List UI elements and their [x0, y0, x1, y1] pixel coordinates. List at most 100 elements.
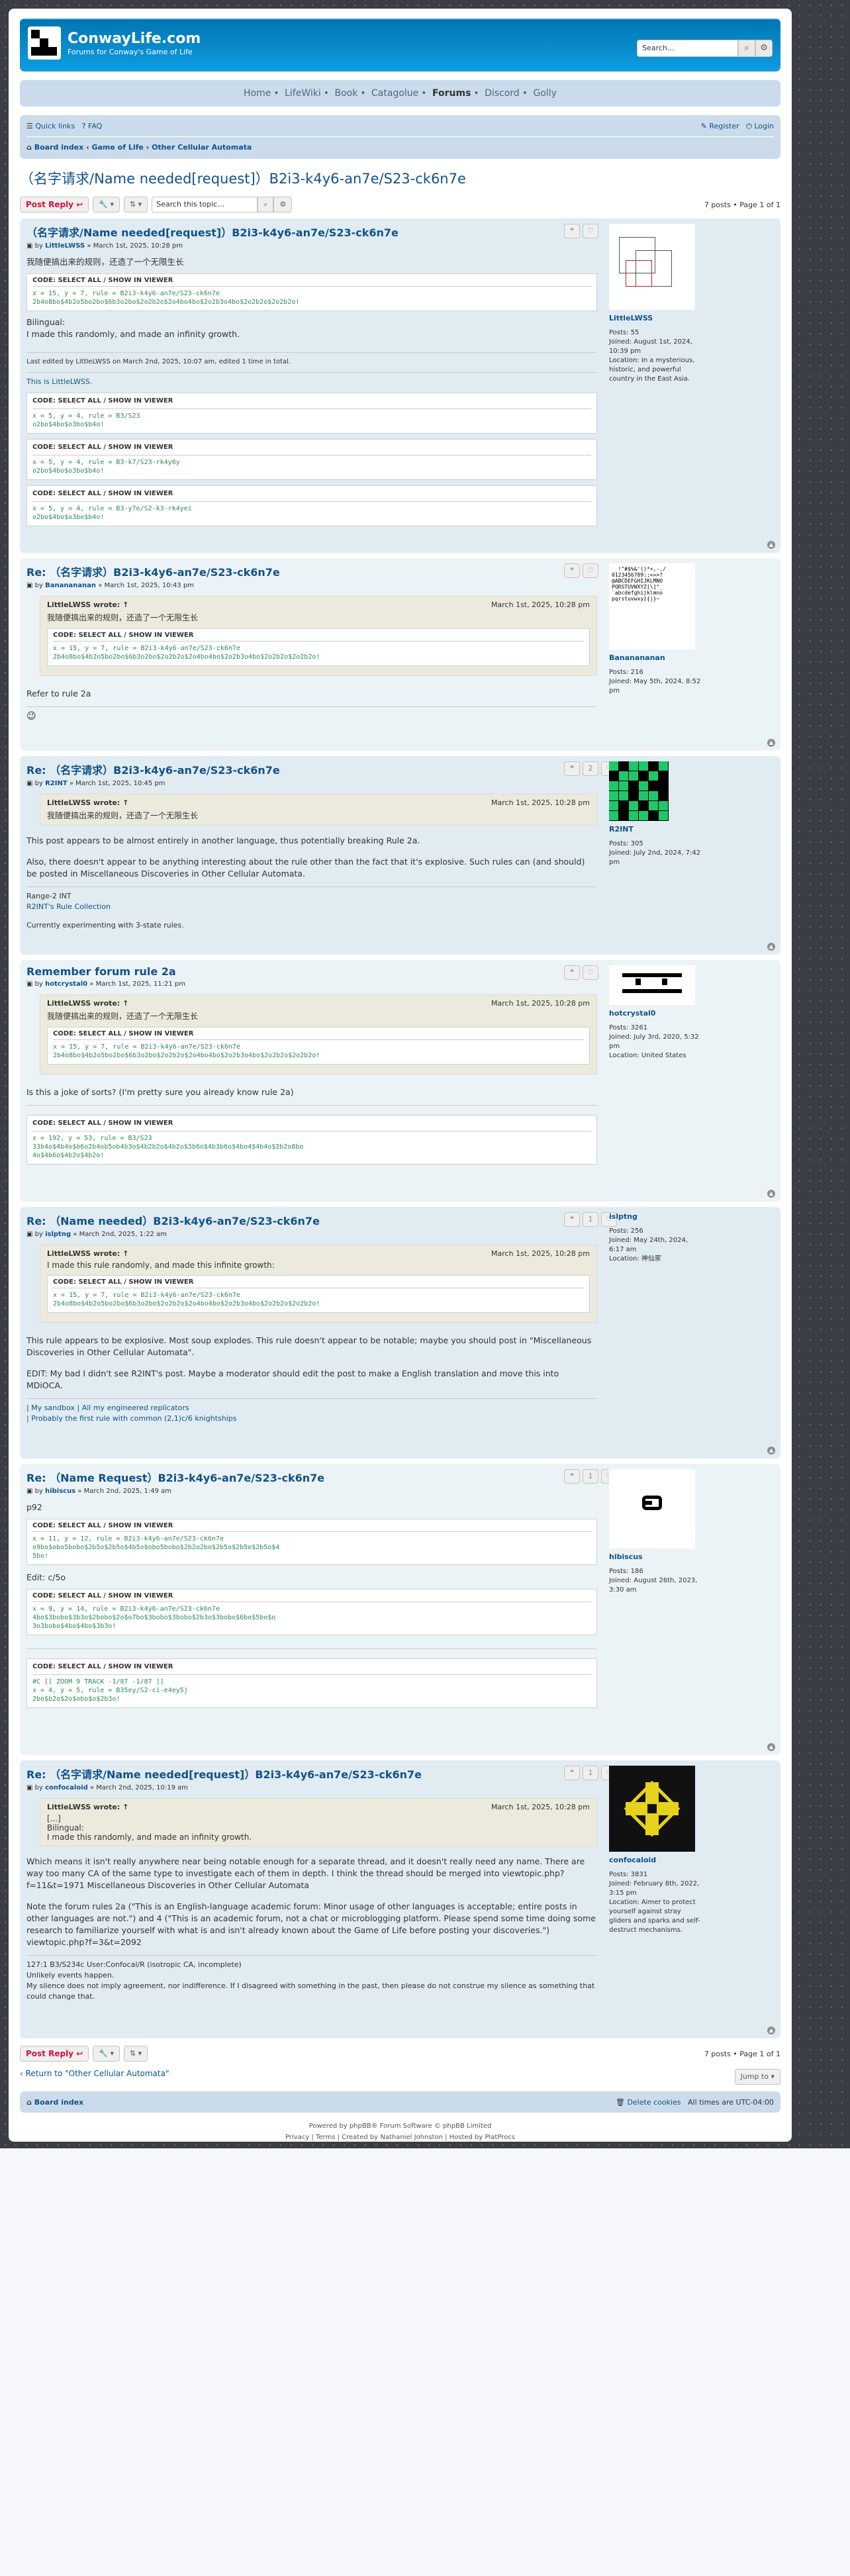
post-author[interactable]: LittleLWSS: [45, 242, 85, 250]
code-header[interactable]: CODE: SELECT ALL / SHOW IN VIEWER: [53, 1030, 584, 1040]
code-header[interactable]: CODE: SELECT ALL / SHOW IN VIEWER: [32, 1118, 591, 1131]
jump-to-button[interactable]: Jump to ▾: [734, 2069, 780, 2085]
back-to-top-icon[interactable]: ▲: [767, 2027, 775, 2034]
signature-link[interactable]: This is LittleLWSS.: [26, 377, 597, 387]
footer-links[interactable]: Privacy | Terms | Created by Nathaniel J…: [20, 2132, 780, 2143]
like-count[interactable]: 2: [583, 761, 598, 776]
delete-cookies-link[interactable]: Delete cookies: [627, 2098, 681, 2107]
site-logo[interactable]: [28, 26, 61, 60]
signature-link[interactable]: R2INT's Rule Collection: [26, 902, 597, 912]
return-link[interactable]: ‹ Return to "Other Cellular Automata": [20, 2069, 169, 2078]
signature-link[interactable]: | My sandbox | All my engineered replica…: [26, 1403, 597, 1413]
avatar[interactable]: [609, 1766, 695, 1852]
crumb-board-index[interactable]: Board index: [34, 143, 84, 152]
code-header[interactable]: CODE: SELECT ALL / SHOW IN VIEWER: [32, 1662, 591, 1675]
site-name[interactable]: ConwayLife.com: [68, 30, 201, 47]
post-author[interactable]: hotcrystal0: [45, 980, 87, 988]
post-author[interactable]: confocaloid: [45, 1784, 88, 1791]
code-header[interactable]: CODE: SELECT ALL / SHOW IN VIEWER: [32, 442, 591, 455]
login-link[interactable]: Login: [754, 122, 774, 130]
username[interactable]: hibiscus: [609, 1552, 702, 1562]
code-header[interactable]: CODE: SELECT ALL / SHOW IN VIEWER: [32, 1522, 591, 1532]
like-count[interactable]: 1: [583, 1766, 598, 1780]
avatar[interactable]: !"#$%&'()*+,-./ 0123456789:;<=>? @ABCDEF…: [609, 563, 695, 649]
post-author[interactable]: Bananananan: [45, 582, 96, 589]
post-author[interactable]: islptng: [45, 1231, 71, 1238]
post-title[interactable]: Re: （名字请求）B2i3-k4y6-an7e/S23-ck6n7e: [26, 761, 597, 777]
footer-board-index[interactable]: Board index: [34, 2098, 84, 2107]
code-header[interactable]: CODE: SELECT ALL / SHOW IN VIEWER: [32, 1592, 591, 1602]
like-icon[interactable]: ♡: [583, 224, 598, 238]
back-to-top-icon[interactable]: ▲: [767, 541, 775, 549]
nav-forums[interactable]: Forums: [432, 88, 471, 99]
back-to-top-icon[interactable]: ▲: [767, 1447, 775, 1455]
post-title[interactable]: Re: （Name needed）B2i3-k4y6-an7e/S23-ck6n…: [26, 1212, 597, 1228]
back-to-top-icon[interactable]: ▲: [767, 739, 775, 747]
quote-author[interactable]: LittleLWSS wrote: ↑: [47, 1249, 128, 1258]
code-header[interactable]: CODE: SELECT ALL / SHOW IN VIEWER: [53, 1278, 584, 1288]
quote-icon[interactable]: ❝: [564, 965, 580, 980]
like-count[interactable]: 1: [583, 1469, 598, 1484]
quote-icon[interactable]: ❝: [564, 563, 580, 578]
quote-icon[interactable]: ❝: [564, 1469, 580, 1484]
quote-author[interactable]: LittleLWSS wrote: ↑: [47, 600, 128, 609]
post-author[interactable]: hibiscus: [45, 1488, 75, 1495]
menu-icon[interactable]: ☰: [26, 122, 35, 130]
tools-button[interactable]: 🔧 ▾: [93, 197, 120, 213]
quote-author[interactable]: LittleLWSS wrote: ↑: [47, 1803, 128, 1811]
nav-discord[interactable]: Discord: [485, 88, 520, 99]
code-header[interactable]: CODE: SELECT ALL / SHOW IN VIEWER: [32, 489, 591, 502]
signature-link[interactable]: | Probably the first rule with common (2…: [26, 1413, 597, 1424]
post-title[interactable]: Re: （名字请求）B2i3-k4y6-an7e/S23-ck6n7e: [26, 563, 597, 579]
username[interactable]: Bananananan: [609, 653, 702, 663]
like-count[interactable]: 1: [583, 1212, 598, 1227]
quote-icon[interactable]: ❝: [564, 1212, 580, 1227]
back-to-top-icon[interactable]: ▲: [767, 943, 775, 951]
tools-button[interactable]: 🔧 ▾: [93, 2046, 120, 2062]
post-title[interactable]: Re: （名字请求/Name needed[request]）B2i3-k4y6…: [26, 1766, 597, 1782]
post-reply-button[interactable]: Post Reply ↩: [20, 2046, 89, 2062]
gear-icon[interactable]: ⚙: [755, 40, 773, 57]
quote-icon[interactable]: ❝: [564, 1766, 580, 1780]
code-header[interactable]: CODE: SELECT ALL / SHOW IN VIEWER: [32, 396, 591, 409]
avatar[interactable]: [609, 1469, 695, 1549]
nav-golly[interactable]: Golly: [533, 88, 556, 99]
topic-search-input[interactable]: Search this topic…: [152, 197, 258, 213]
quote-icon[interactable]: ❝: [564, 761, 580, 776]
avatar[interactable]: [609, 761, 669, 821]
username[interactable]: islptng: [609, 1212, 702, 1221]
sort-button[interactable]: ⇅ ▾: [123, 197, 148, 213]
username[interactable]: R2INT: [609, 825, 702, 834]
search-icon[interactable]: ⌕: [738, 40, 755, 57]
code-header[interactable]: CODE: SELECT ALL / SHOW IN VIEWER: [32, 277, 591, 287]
crumb-other-ca[interactable]: Other Cellular Automata: [152, 143, 252, 152]
post-title[interactable]: （名字请求/Name needed[request]）B2i3-k4y6-an7…: [26, 224, 597, 240]
nav-lifewiki[interactable]: LifeWiki: [285, 88, 321, 99]
like-icon[interactable]: ♡: [583, 965, 598, 980]
post-reply-button[interactable]: Post Reply ↩: [20, 197, 89, 213]
faq-link[interactable]: FAQ: [88, 122, 102, 130]
username[interactable]: confocaloid: [609, 1856, 702, 1865]
code-header[interactable]: CODE: SELECT ALL / SHOW IN VIEWER: [53, 632, 584, 642]
quote-author[interactable]: LittleLWSS wrote: ↑: [47, 999, 128, 1008]
quick-links[interactable]: Quick links: [35, 122, 75, 130]
topic-title[interactable]: （名字请求/Name needed[request]）B2i3-k4y6-an7…: [20, 168, 780, 188]
nav-catagolue[interactable]: Catagolue: [371, 88, 418, 99]
sort-button[interactable]: ⇅ ▾: [123, 2046, 148, 2062]
nav-home[interactable]: Home: [244, 88, 271, 99]
post-title[interactable]: Re: （Name Request）B2i3-k4y6-an7e/S23-ck6…: [26, 1469, 597, 1485]
post-title[interactable]: Remember forum rule 2a: [26, 965, 597, 978]
crumb-game-of-life[interactable]: Game of Life: [91, 143, 143, 152]
nav-book[interactable]: Book: [334, 88, 357, 99]
search-input[interactable]: Search…: [637, 40, 738, 57]
avatar[interactable]: [609, 965, 695, 1005]
back-to-top-icon[interactable]: ▲: [767, 1190, 775, 1198]
post-author[interactable]: R2INT: [45, 780, 68, 787]
back-to-top-icon[interactable]: ▲: [767, 1743, 775, 1751]
gear-icon[interactable]: ⚙: [273, 197, 293, 213]
quote-author[interactable]: LittleLWSS wrote: ↑: [47, 798, 128, 807]
like-icon[interactable]: ♡: [583, 563, 598, 578]
username[interactable]: LittleLWSS: [609, 314, 702, 323]
register-link[interactable]: Register: [709, 122, 739, 130]
search-icon[interactable]: ⌕: [258, 197, 274, 213]
